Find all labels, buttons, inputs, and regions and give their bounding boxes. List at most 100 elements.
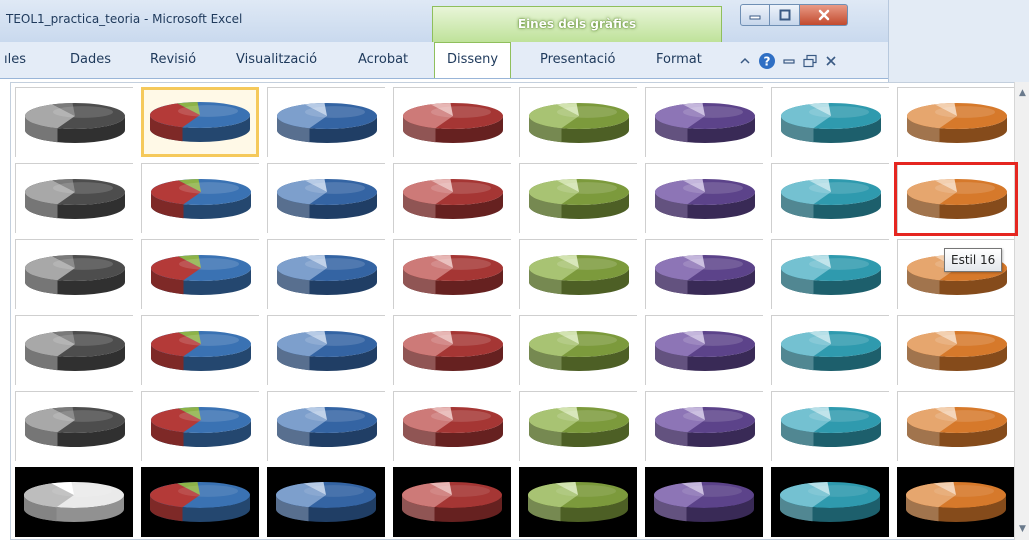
svg-text:?: ? <box>764 55 771 69</box>
chart-style-option[interactable] <box>645 163 763 233</box>
pie-chart-3d-icon <box>528 103 629 143</box>
chart-style-option[interactable] <box>141 315 259 385</box>
minimize-ribbon-icon[interactable] <box>738 54 752 68</box>
pie-chart-3d-icon <box>150 331 251 371</box>
chart-style-option[interactable] <box>267 467 385 537</box>
pie-chart-3d-icon <box>654 407 755 447</box>
pie-chart-3d-icon <box>149 102 250 142</box>
pie-chart-3d-icon <box>150 255 251 295</box>
pie-chart-3d-icon <box>401 482 502 522</box>
window-title: TEOL1_practica_teoria - Microsoft Excel <box>6 12 243 26</box>
chart-style-option[interactable] <box>141 467 259 537</box>
pie-chart-3d-icon <box>24 331 125 371</box>
chart-style-option[interactable] <box>15 163 133 233</box>
tab-format[interactable]: Format <box>656 52 702 67</box>
chart-style-option[interactable] <box>897 87 1015 157</box>
gallery-scrollbar[interactable]: ▲ ▼ <box>1014 82 1029 540</box>
tab-revisio[interactable]: Revisió <box>150 52 196 67</box>
pie-chart-3d-icon <box>780 103 881 143</box>
pie-chart-3d-icon <box>779 482 880 522</box>
chart-style-option[interactable] <box>267 87 385 157</box>
maximize-icon <box>779 9 790 21</box>
workbook-restore-icon[interactable] <box>802 54 818 68</box>
pie-chart-3d-icon <box>906 407 1007 447</box>
chart-style-option[interactable] <box>141 239 259 309</box>
help-icon[interactable]: ? <box>758 52 776 70</box>
chart-style-option[interactable] <box>771 315 889 385</box>
tab-acrobat[interactable]: Acrobat <box>358 52 408 67</box>
pie-chart-3d-icon <box>528 407 629 447</box>
chart-style-option[interactable] <box>519 391 637 461</box>
chart-styles-gallery <box>10 82 1018 540</box>
workbook-close-icon[interactable] <box>824 54 838 68</box>
tab-presentacio[interactable]: Presentació <box>540 52 615 67</box>
pie-chart-3d-icon <box>780 255 881 295</box>
workbook-minimize-icon[interactable] <box>782 54 796 68</box>
pie-chart-3d-icon <box>402 331 503 371</box>
chart-style-option[interactable] <box>267 315 385 385</box>
chart-style-option[interactable] <box>15 391 133 461</box>
chart-style-option[interactable] <box>897 315 1015 385</box>
chart-style-option[interactable] <box>393 163 511 233</box>
chart-style-option[interactable] <box>771 163 889 233</box>
scroll-down-icon[interactable]: ▼ <box>1015 520 1029 538</box>
pie-chart-3d-icon <box>150 179 251 219</box>
maximize-button[interactable] <box>770 4 800 26</box>
pie-chart-3d-icon <box>780 407 881 447</box>
pie-chart-3d-icon <box>780 179 881 219</box>
minimize-icon <box>749 15 761 20</box>
chart-style-option[interactable] <box>897 391 1015 461</box>
scroll-up-icon[interactable]: ▲ <box>1015 84 1029 102</box>
chart-style-option[interactable] <box>771 467 889 537</box>
pie-chart-3d-icon <box>528 331 629 371</box>
pie-chart-3d-icon <box>149 482 250 522</box>
pie-chart-3d-icon <box>528 179 629 219</box>
ribbon-window-icons: ? <box>738 50 838 72</box>
pie-chart-3d-icon <box>654 179 755 219</box>
window-controls <box>740 4 848 28</box>
tab-fitxer-partial[interactable]: ıles <box>4 52 26 67</box>
chart-style-option[interactable] <box>141 163 259 233</box>
chart-style-option[interactable] <box>15 467 133 537</box>
chart-style-option[interactable] <box>267 239 385 309</box>
chart-style-option[interactable] <box>15 239 133 309</box>
chart-style-option[interactable] <box>519 315 637 385</box>
chart-style-option[interactable] <box>393 87 511 157</box>
chart-style-option[interactable] <box>141 87 259 157</box>
chart-style-option[interactable] <box>393 467 511 537</box>
pie-chart-3d-icon <box>23 482 124 522</box>
chart-style-option[interactable] <box>267 163 385 233</box>
chart-style-option[interactable] <box>519 467 637 537</box>
chart-style-option[interactable] <box>519 239 637 309</box>
chart-style-option[interactable] <box>393 315 511 385</box>
chart-style-option[interactable] <box>771 87 889 157</box>
chart-style-option[interactable] <box>15 315 133 385</box>
chart-style-option[interactable] <box>393 391 511 461</box>
chart-style-option[interactable] <box>645 315 763 385</box>
style-tooltip: Estil 16 <box>944 248 1003 272</box>
minimize-button[interactable] <box>740 4 770 26</box>
chart-style-option[interactable] <box>645 467 763 537</box>
pie-chart-3d-icon <box>905 482 1006 522</box>
chart-style-option[interactable] <box>15 87 133 157</box>
tab-dades[interactable]: Dades <box>70 52 111 67</box>
chart-style-option[interactable] <box>897 467 1015 537</box>
chart-style-option[interactable] <box>645 391 763 461</box>
close-button[interactable] <box>800 4 848 26</box>
chart-style-option[interactable] <box>519 87 637 157</box>
chart-style-option[interactable] <box>645 239 763 309</box>
chart-style-option[interactable] <box>141 391 259 461</box>
pie-chart-3d-icon <box>276 331 377 371</box>
chart-style-option[interactable] <box>645 87 763 157</box>
chart-style-option[interactable] <box>393 239 511 309</box>
chart-style-option[interactable] <box>519 163 637 233</box>
chart-tools-group-label: Eines dels gràfics <box>432 6 722 42</box>
pie-chart-3d-icon <box>24 255 125 295</box>
tab-visualitzacio[interactable]: Visualització <box>236 52 317 67</box>
tab-disseny[interactable]: Disseny <box>434 42 512 78</box>
chart-style-option[interactable] <box>771 239 889 309</box>
pie-chart-3d-icon <box>276 103 377 143</box>
chart-style-option[interactable] <box>771 391 889 461</box>
chart-style-option[interactable] <box>267 391 385 461</box>
pie-chart-3d-icon <box>654 255 755 295</box>
